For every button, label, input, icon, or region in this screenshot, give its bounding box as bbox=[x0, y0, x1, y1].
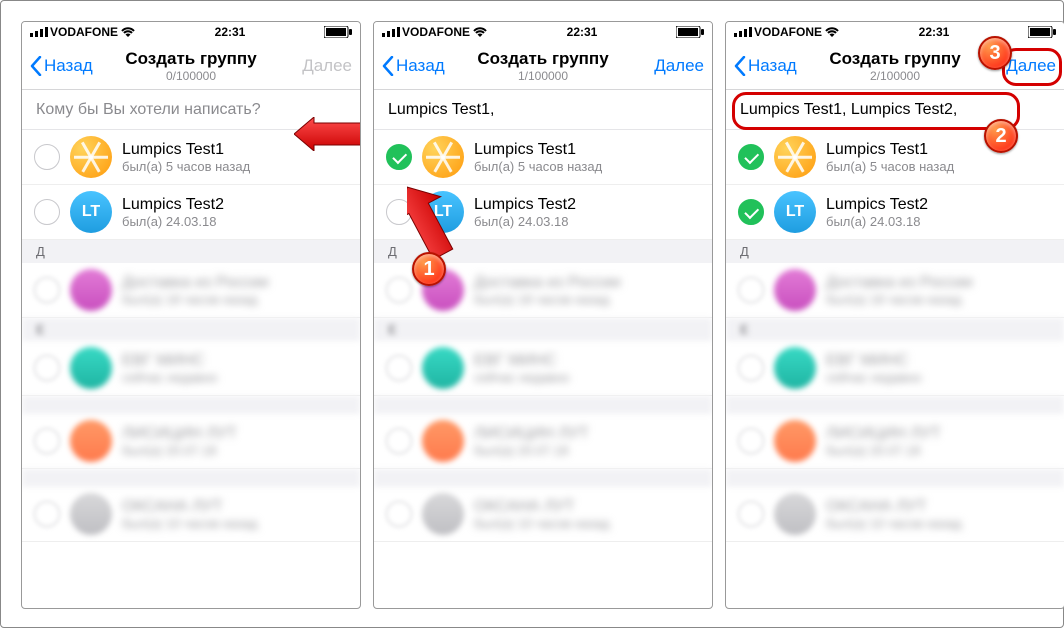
section-header bbox=[22, 396, 360, 414]
signal-icon bbox=[382, 27, 400, 37]
checkbox-checked-icon[interactable] bbox=[738, 199, 764, 225]
checkbox-unchecked-icon[interactable] bbox=[34, 199, 60, 225]
battery-icon bbox=[1028, 26, 1056, 38]
section-header: E bbox=[726, 318, 1064, 341]
section-header: E bbox=[22, 318, 360, 341]
clock-label: 22:31 bbox=[919, 25, 950, 39]
back-label: Назад bbox=[748, 56, 797, 76]
contact-row-blurred[interactable]: ЛИСИЦИН ЛУТбыл(а) 20.07.18 bbox=[726, 414, 1064, 469]
battery-icon bbox=[676, 26, 704, 38]
contact-row-blurred[interactable]: ЕВГ МИНСсейчас недавно bbox=[726, 341, 1064, 396]
contact-row-blurred[interactable]: ЕВГ МИНСсейчас недавно bbox=[22, 341, 360, 396]
contact-name: Lumpics Test1 bbox=[474, 141, 602, 159]
contact-status: был(а) 24.03.18 bbox=[474, 214, 576, 229]
screen-create-group-step0: VODAFONE 22:31 Назад Создать группу 0/10… bbox=[21, 21, 361, 609]
chevron-left-icon bbox=[734, 56, 746, 76]
carrier-label: VODAFONE bbox=[754, 25, 822, 39]
contact-name: Lumpics Test2 bbox=[826, 196, 928, 214]
contact-status: был(а) 5 часов назад bbox=[122, 159, 250, 174]
callout-badge-1: 1 bbox=[412, 252, 446, 286]
next-button[interactable]: Далее bbox=[654, 56, 704, 76]
section-header: Д bbox=[22, 240, 360, 263]
clock-label: 22:31 bbox=[215, 25, 246, 39]
callout-arrow-icon bbox=[407, 182, 467, 258]
avatar: LT bbox=[774, 191, 816, 233]
signal-icon bbox=[734, 27, 752, 37]
callout-badge-3: 3 bbox=[978, 36, 1012, 70]
wifi-icon bbox=[472, 26, 488, 38]
contact-status: был(а) 24.03.18 bbox=[826, 214, 928, 229]
back-button[interactable]: Назад bbox=[734, 56, 797, 76]
wifi-icon bbox=[120, 26, 136, 38]
contact-name: Lumpics Test2 bbox=[474, 196, 576, 214]
wifi-icon bbox=[824, 26, 840, 38]
checkbox-checked-icon[interactable] bbox=[386, 144, 412, 170]
battery-icon bbox=[324, 26, 352, 38]
contact-row-lumpics2[interactable]: LT Lumpics Test2 был(а) 24.03.18 bbox=[22, 185, 360, 240]
callout-badge-2: 2 bbox=[984, 119, 1018, 153]
contact-row-blurred[interactable]: ОКСАНА ЛУТбыл(а) 10 часов назад bbox=[374, 487, 712, 542]
status-bar: VODAFONE 22:31 bbox=[22, 22, 360, 42]
contact-status: был(а) 5 часов назад bbox=[474, 159, 602, 174]
contact-row-blurred[interactable]: ОКСАНА ЛУТбыл(а) 10 часов назад bbox=[22, 487, 360, 542]
clock-label: 22:31 bbox=[567, 25, 598, 39]
nav-bar: Назад Создать группу 1/100000 Далее bbox=[374, 42, 712, 90]
contact-row-blurred[interactable]: ЕВГ МИНСсейчас недавно bbox=[374, 341, 712, 396]
contact-status: был(а) 24.03.18 bbox=[122, 214, 224, 229]
section-header bbox=[726, 396, 1064, 414]
screen-create-group-step2: VODAFONE 22:31 Назад Создать группу 2/10… bbox=[725, 21, 1064, 609]
section-header bbox=[374, 469, 712, 487]
callout-highlight-selected bbox=[732, 92, 1020, 130]
chevron-left-icon bbox=[382, 56, 394, 76]
contact-row-blurred[interactable]: ЛИСИЦИН ЛУТбыл(а) 20.07.18 bbox=[374, 414, 712, 469]
contact-row-lumpics1[interactable]: Lumpics Test1 был(а) 5 часов назад bbox=[374, 130, 712, 185]
next-button[interactable]: Далее bbox=[302, 56, 352, 76]
section-header: Д bbox=[726, 240, 1064, 263]
back-label: Назад bbox=[396, 56, 445, 76]
status-bar: VODAFONE 22:31 bbox=[726, 22, 1064, 42]
avatar: LT bbox=[70, 191, 112, 233]
section-header: E bbox=[374, 318, 712, 341]
contact-row-lumpics2[interactable]: LT Lumpics Test2 был(а) 24.03.18 bbox=[726, 185, 1064, 240]
carrier-label: VODAFONE bbox=[402, 25, 470, 39]
contact-row-blurred[interactable]: Доставка из Россиибыл(а) 18 часов назад bbox=[22, 263, 360, 318]
contact-name: Lumpics Test2 bbox=[122, 196, 224, 214]
contact-name: Lumpics Test1 bbox=[122, 141, 250, 159]
contact-row-blurred[interactable]: ЛИСИЦИН ЛУТбыл(а) 20.07.18 bbox=[22, 414, 360, 469]
screen-create-group-step1: VODAFONE 22:31 Назад Создать группу 1/10… bbox=[373, 21, 713, 609]
section-header bbox=[22, 469, 360, 487]
signal-icon bbox=[30, 27, 48, 37]
section-header bbox=[726, 469, 1064, 487]
back-button[interactable]: Назад bbox=[382, 56, 445, 76]
carrier-label: VODAFONE bbox=[50, 25, 118, 39]
avatar bbox=[774, 136, 816, 178]
avatar bbox=[70, 136, 112, 178]
callout-arrow-icon bbox=[294, 117, 361, 151]
avatar bbox=[422, 136, 464, 178]
selected-members-field[interactable]: Lumpics Test1, bbox=[374, 90, 712, 130]
section-header bbox=[374, 396, 712, 414]
back-button[interactable]: Назад bbox=[30, 56, 93, 76]
status-bar: VODAFONE 22:31 bbox=[374, 22, 712, 42]
contact-status: был(а) 5 часов назад bbox=[826, 159, 954, 174]
chevron-left-icon bbox=[30, 56, 42, 76]
contact-row-blurred[interactable]: ОКСАНА ЛУТбыл(а) 10 часов назад bbox=[726, 487, 1064, 542]
checkbox-unchecked-icon[interactable] bbox=[34, 144, 60, 170]
nav-bar: Назад Создать группу 0/100000 Далее bbox=[22, 42, 360, 90]
checkbox-checked-icon[interactable] bbox=[738, 144, 764, 170]
contact-name: Lumpics Test1 bbox=[826, 141, 954, 159]
back-label: Назад bbox=[44, 56, 93, 76]
contact-row-blurred[interactable]: Доставка из Россиибыл(а) 18 часов назад bbox=[726, 263, 1064, 318]
